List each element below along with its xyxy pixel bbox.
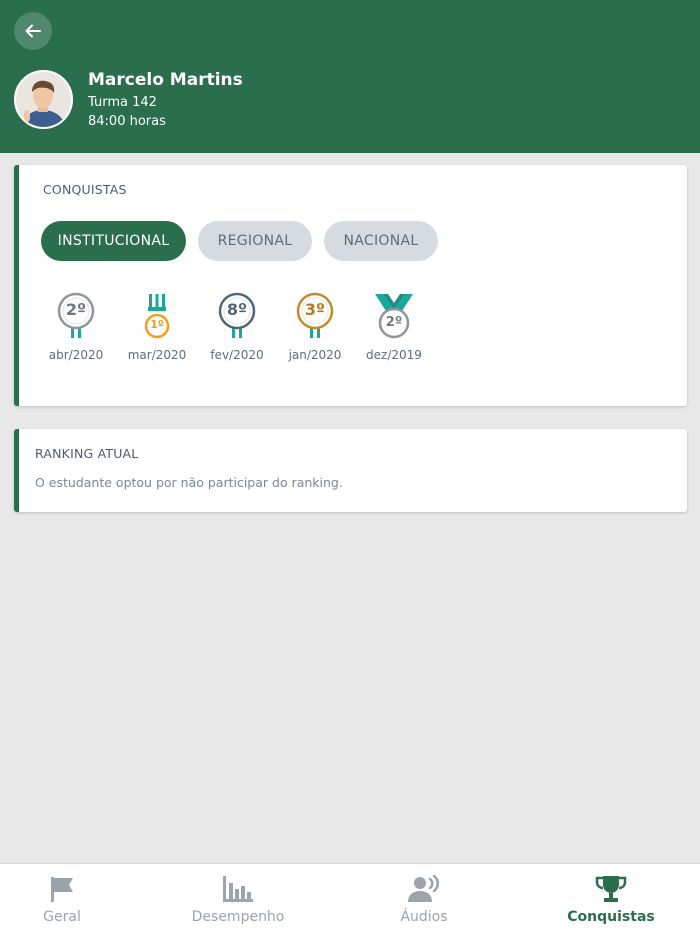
- medal-item[interactable]: 8º fev/2020: [205, 292, 269, 362]
- medal-date: mar/2020: [127, 348, 187, 362]
- tab-audios[interactable]: Áudios: [384, 864, 464, 934]
- tab-desempenho[interactable]: Desempenho: [183, 864, 293, 934]
- ranking-card: [14, 429, 687, 512]
- medal-rank: 3º: [304, 300, 326, 319]
- student-hours: 84:00 horas: [88, 114, 166, 129]
- tab-conquistas[interactable]: Conquistas: [561, 864, 661, 934]
- ranking-title: RANKING ATUAL: [35, 446, 139, 461]
- medal-rank: 1º: [150, 318, 164, 331]
- tab-label: Áudios: [400, 909, 448, 925]
- medal-date: dez/2019: [366, 348, 422, 362]
- tab-nacional[interactable]: NACIONAL: [324, 221, 438, 261]
- flag-icon: [51, 877, 73, 902]
- bottom-tab-bar: Geral Desempenho Áudios Conquistas: [0, 863, 700, 934]
- medal-date: jan/2020: [288, 348, 342, 362]
- tab-institucional[interactable]: INSTITUCIONAL: [41, 221, 186, 261]
- tab-label: Geral: [43, 909, 81, 925]
- medal-item[interactable]: 1º mar/2020: [125, 292, 189, 362]
- medal-item[interactable]: 3º jan/2020: [283, 292, 347, 362]
- medal-date: fev/2020: [210, 348, 264, 362]
- arrow-left-icon: [25, 24, 41, 38]
- ranking-message: O estudante optou por não participar do …: [35, 475, 343, 490]
- tab-label: Conquistas: [567, 909, 655, 925]
- avatar: [14, 70, 73, 129]
- medal-icon: [144, 294, 170, 339]
- bar-chart-icon: [223, 876, 253, 902]
- tab-regional[interactable]: REGIONAL: [198, 221, 312, 261]
- medal-item[interactable]: 2º abr/2020: [44, 292, 108, 362]
- profile-header: Marcelo Martins Turma 142 84:00 horas: [0, 0, 700, 153]
- tab-geral[interactable]: Geral: [22, 864, 102, 934]
- achievements-title: CONQUISTAS: [43, 182, 127, 197]
- medal-item[interactable]: 2º dez/2019: [362, 292, 426, 362]
- student-name: Marcelo Martins: [88, 70, 243, 90]
- achievements-card: [14, 165, 687, 406]
- medal-rank: 2º: [385, 315, 403, 330]
- back-button[interactable]: [14, 12, 52, 50]
- tab-label: Desempenho: [191, 909, 285, 925]
- medal-rank: 2º: [65, 300, 87, 319]
- medal-date: abr/2020: [48, 348, 104, 362]
- trophy-icon: [595, 876, 627, 902]
- student-class: Turma 142: [88, 95, 157, 110]
- speaker-icon: [408, 875, 439, 902]
- medal-rank: 8º: [226, 300, 248, 319]
